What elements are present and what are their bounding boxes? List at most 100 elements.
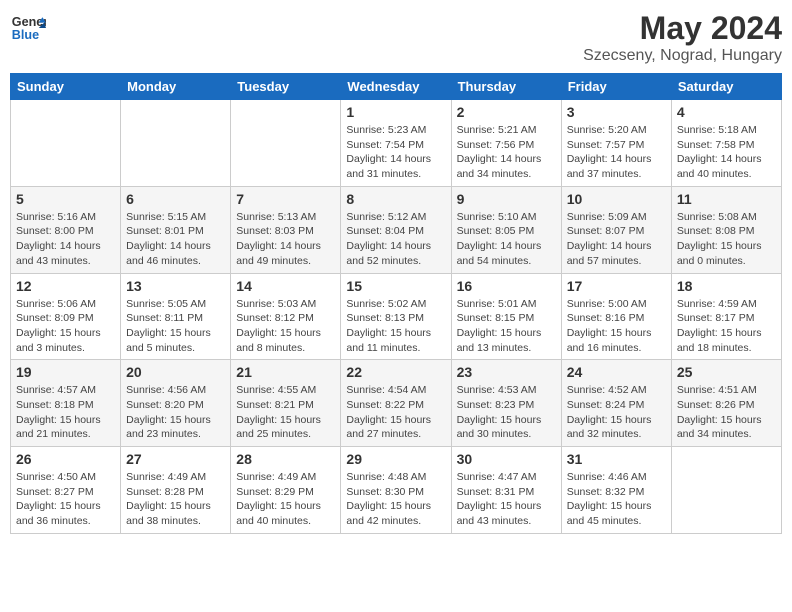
page-subtitle: Szecseny, Nograd, Hungary — [583, 47, 782, 65]
day-number: 25 — [677, 364, 776, 380]
weekday-header-sunday: Sunday — [11, 74, 121, 100]
weekday-header-friday: Friday — [561, 74, 671, 100]
day-info: Sunrise: 4:48 AM Sunset: 8:30 PM Dayligh… — [346, 470, 445, 529]
day-info: Sunrise: 5:10 AM Sunset: 8:05 PM Dayligh… — [457, 210, 556, 269]
day-info: Sunrise: 4:47 AM Sunset: 8:31 PM Dayligh… — [457, 470, 556, 529]
day-cell: 29 Sunrise: 4:48 AM Sunset: 8:30 PM Dayli… — [341, 447, 451, 534]
day-info: Sunrise: 5:12 AM Sunset: 8:04 PM Dayligh… — [346, 210, 445, 269]
day-cell: 22 Sunrise: 4:54 AM Sunset: 8:22 PM Dayli… — [341, 360, 451, 447]
day-number: 22 — [346, 364, 445, 380]
day-info: Sunrise: 4:54 AM Sunset: 8:22 PM Dayligh… — [346, 383, 445, 442]
day-cell: 1Sunrise: 5:23 AM Sunset: 7:54 PM Daylig… — [341, 100, 451, 187]
day-info: Sunrise: 4:50 AM Sunset: 8:27 PM Dayligh… — [16, 470, 115, 529]
day-cell: 7 Sunrise: 5:13 AM Sunset: 8:03 PM Daylig… — [231, 186, 341, 273]
day-number: 18 — [677, 278, 776, 294]
day-info: Sunrise: 5:01 AM Sunset: 8:15 PM Dayligh… — [457, 297, 556, 356]
day-info: Sunrise: 4:59 AM Sunset: 8:17 PM Dayligh… — [677, 297, 776, 356]
day-number: 26 — [16, 451, 115, 467]
week-row-1: 1Sunrise: 5:23 AM Sunset: 7:54 PM Daylig… — [11, 100, 782, 187]
day-cell: 18 Sunrise: 4:59 AM Sunset: 8:17 PM Dayli… — [671, 273, 781, 360]
day-cell: 10 Sunrise: 5:09 AM Sunset: 8:07 PM Dayli… — [561, 186, 671, 273]
day-cell: 15 Sunrise: 5:02 AM Sunset: 8:13 PM Dayli… — [341, 273, 451, 360]
day-number: 23 — [457, 364, 556, 380]
day-cell: 4Sunrise: 5:18 AM Sunset: 7:58 PM Daylig… — [671, 100, 781, 187]
day-number: 10 — [567, 191, 666, 207]
day-info: Sunrise: 5:20 AM Sunset: 7:57 PM Dayligh… — [567, 123, 666, 182]
day-info: Sunrise: 4:55 AM Sunset: 8:21 PM Dayligh… — [236, 383, 335, 442]
week-row-5: 26 Sunrise: 4:50 AM Sunset: 8:27 PM Dayli… — [11, 447, 782, 534]
day-cell: 9 Sunrise: 5:10 AM Sunset: 8:05 PM Daylig… — [451, 186, 561, 273]
day-cell: 28Sunrise: 4:49 AM Sunset: 8:29 PM Dayli… — [231, 447, 341, 534]
day-number: 1 — [346, 104, 445, 120]
page-title: May 2024 — [583, 10, 782, 47]
day-cell: 21Sunrise: 4:55 AM Sunset: 8:21 PM Dayli… — [231, 360, 341, 447]
day-info: Sunrise: 5:16 AM Sunset: 8:00 PM Dayligh… — [16, 210, 115, 269]
day-number: 15 — [346, 278, 445, 294]
week-row-2: 5 Sunrise: 5:16 AM Sunset: 8:00 PM Daylig… — [11, 186, 782, 273]
day-cell: 25 Sunrise: 4:51 AM Sunset: 8:26 PM Dayli… — [671, 360, 781, 447]
day-cell: 20 Sunrise: 4:56 AM Sunset: 8:20 PM Dayli… — [121, 360, 231, 447]
day-cell — [11, 100, 121, 187]
day-number: 29 — [346, 451, 445, 467]
day-info: Sunrise: 4:53 AM Sunset: 8:23 PM Dayligh… — [457, 383, 556, 442]
day-number: 31 — [567, 451, 666, 467]
day-cell: 17 Sunrise: 5:00 AM Sunset: 8:16 PM Dayli… — [561, 273, 671, 360]
day-info: Sunrise: 4:51 AM Sunset: 8:26 PM Dayligh… — [677, 383, 776, 442]
day-number: 5 — [16, 191, 115, 207]
day-number: 16 — [457, 278, 556, 294]
day-cell: 14 Sunrise: 5:03 AM Sunset: 8:12 PM Dayli… — [231, 273, 341, 360]
day-cell: 19Sunrise: 4:57 AM Sunset: 8:18 PM Dayli… — [11, 360, 121, 447]
day-number: 28 — [236, 451, 335, 467]
day-cell: 11 Sunrise: 5:08 AM Sunset: 8:08 PM Dayli… — [671, 186, 781, 273]
day-number: 2 — [457, 104, 556, 120]
day-number: 30 — [457, 451, 556, 467]
day-cell: 3 Sunrise: 5:20 AM Sunset: 7:57 PM Daylig… — [561, 100, 671, 187]
calendar-table: SundayMondayTuesdayWednesdayThursdayFrid… — [10, 73, 782, 534]
day-number: 17 — [567, 278, 666, 294]
weekday-header-tuesday: Tuesday — [231, 74, 341, 100]
day-info: Sunrise: 5:15 AM Sunset: 8:01 PM Dayligh… — [126, 210, 225, 269]
day-info: Sunrise: 5:03 AM Sunset: 8:12 PM Dayligh… — [236, 297, 335, 356]
day-number: 8 — [346, 191, 445, 207]
day-info: Sunrise: 5:13 AM Sunset: 8:03 PM Dayligh… — [236, 210, 335, 269]
logo: General Blue — [10, 10, 46, 46]
day-number: 13 — [126, 278, 225, 294]
weekday-header-saturday: Saturday — [671, 74, 781, 100]
day-number: 11 — [677, 191, 776, 207]
title-area: May 2024 Szecseny, Nograd, Hungary — [583, 10, 782, 65]
day-cell: 12 Sunrise: 5:06 AM Sunset: 8:09 PM Dayli… — [11, 273, 121, 360]
day-info: Sunrise: 4:49 AM Sunset: 8:28 PM Dayligh… — [126, 470, 225, 529]
day-cell: 8 Sunrise: 5:12 AM Sunset: 8:04 PM Daylig… — [341, 186, 451, 273]
day-cell: 27Sunrise: 4:49 AM Sunset: 8:28 PM Dayli… — [121, 447, 231, 534]
day-cell — [121, 100, 231, 187]
day-cell: 30 Sunrise: 4:47 AM Sunset: 8:31 PM Dayli… — [451, 447, 561, 534]
day-info: Sunrise: 4:56 AM Sunset: 8:20 PM Dayligh… — [126, 383, 225, 442]
day-info: Sunrise: 4:57 AM Sunset: 8:18 PM Dayligh… — [16, 383, 115, 442]
weekday-header-row: SundayMondayTuesdayWednesdayThursdayFrid… — [11, 74, 782, 100]
svg-text:Blue: Blue — [12, 28, 39, 42]
day-number: 7 — [236, 191, 335, 207]
day-number: 4 — [677, 104, 776, 120]
day-info: Sunrise: 5:08 AM Sunset: 8:08 PM Dayligh… — [677, 210, 776, 269]
week-row-4: 19Sunrise: 4:57 AM Sunset: 8:18 PM Dayli… — [11, 360, 782, 447]
day-info: Sunrise: 5:09 AM Sunset: 8:07 PM Dayligh… — [567, 210, 666, 269]
day-info: Sunrise: 4:52 AM Sunset: 8:24 PM Dayligh… — [567, 383, 666, 442]
day-number: 3 — [567, 104, 666, 120]
day-info: Sunrise: 5:06 AM Sunset: 8:09 PM Dayligh… — [16, 297, 115, 356]
day-cell — [671, 447, 781, 534]
day-cell: 13Sunrise: 5:05 AM Sunset: 8:11 PM Dayli… — [121, 273, 231, 360]
day-cell: 23 Sunrise: 4:53 AM Sunset: 8:23 PM Dayli… — [451, 360, 561, 447]
day-number: 20 — [126, 364, 225, 380]
day-info: Sunrise: 5:02 AM Sunset: 8:13 PM Dayligh… — [346, 297, 445, 356]
day-number: 12 — [16, 278, 115, 294]
day-number: 9 — [457, 191, 556, 207]
day-cell: 5 Sunrise: 5:16 AM Sunset: 8:00 PM Daylig… — [11, 186, 121, 273]
weekday-header-monday: Monday — [121, 74, 231, 100]
weekday-header-wednesday: Wednesday — [341, 74, 451, 100]
day-info: Sunrise: 5:00 AM Sunset: 8:16 PM Dayligh… — [567, 297, 666, 356]
day-cell: 31Sunrise: 4:46 AM Sunset: 8:32 PM Dayli… — [561, 447, 671, 534]
header: General Blue May 2024 Szecseny, Nograd, … — [10, 10, 782, 65]
day-cell: 24Sunrise: 4:52 AM Sunset: 8:24 PM Dayli… — [561, 360, 671, 447]
weekday-header-thursday: Thursday — [451, 74, 561, 100]
day-number: 14 — [236, 278, 335, 294]
